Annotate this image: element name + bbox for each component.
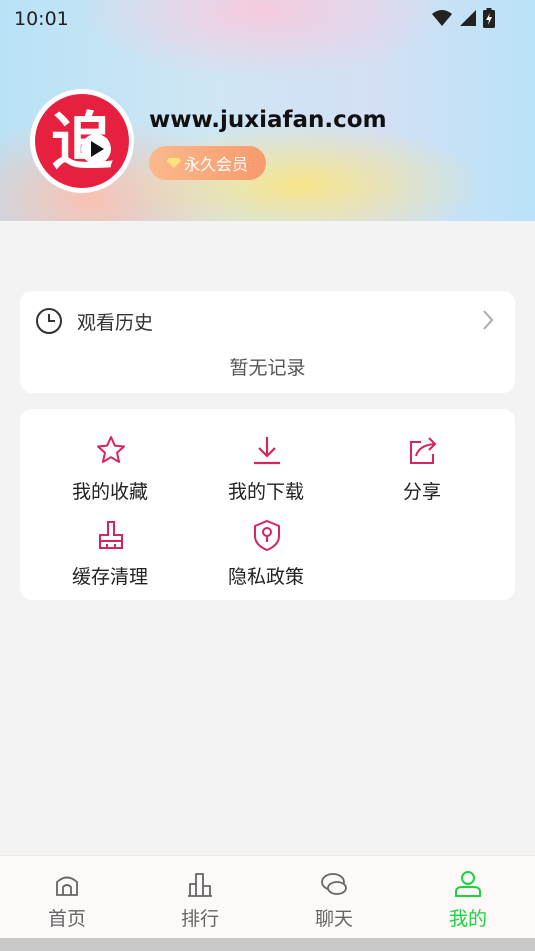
tab-label: 排行 — [180, 908, 219, 930]
share-icon — [410, 437, 437, 464]
tool-clear-cache[interactable]: 缓存清理 — [50, 519, 170, 589]
status-time: 10:01 — [14, 8, 69, 30]
system-nav-strip — [0, 938, 535, 951]
tool-label: 缓存清理 — [71, 566, 148, 588]
chevron-right-icon — [483, 310, 494, 330]
vip-badge: 永久会员 — [149, 146, 266, 180]
tab-label: 首页 — [47, 908, 86, 930]
app-logo[interactable]: 追 — [30, 89, 134, 193]
history-empty-text: 暂无记录 — [229, 357, 306, 379]
watch-history-title: 观看历史 — [77, 312, 154, 334]
bottom-tab-bar: 首页 排行 聊天 我的 — [0, 856, 535, 938]
ranking-icon — [188, 873, 212, 897]
watch-history-card[interactable]: 观看历史 暂无记录 — [20, 291, 515, 393]
tab-chat[interactable]: 聊天 — [284, 856, 384, 938]
tool-label: 我的收藏 — [71, 481, 148, 503]
shield-icon — [254, 519, 280, 551]
tool-privacy-policy[interactable]: 隐私政策 — [206, 519, 326, 589]
logo-icon: 追 — [35, 94, 129, 188]
tab-home[interactable]: 首页 — [17, 856, 117, 938]
tool-label: 我的下载 — [227, 481, 304, 503]
tools-card: 我的收藏 我的下载 分享 缓存清理 隐私政策 — [20, 409, 515, 600]
tab-ranking[interactable]: 排行 — [150, 856, 250, 938]
user-icon — [455, 871, 481, 897]
tool-share[interactable]: 分享 — [362, 434, 482, 504]
battery-icon — [483, 8, 495, 28]
tab-label: 聊天 — [314, 908, 353, 930]
broom-icon — [99, 521, 123, 549]
status-bar: 10:01 — [0, 0, 535, 36]
wifi-icon — [432, 10, 452, 26]
tool-label: 隐私政策 — [227, 566, 304, 588]
diamond-icon — [166, 158, 181, 168]
home-icon — [56, 876, 78, 896]
tool-downloads[interactable]: 我的下载 — [206, 434, 326, 504]
star-icon — [97, 436, 125, 463]
vip-badge-label: 永久会员 — [183, 155, 248, 174]
clock-icon — [36, 308, 62, 334]
signal-icon — [460, 10, 476, 26]
tool-favorites[interactable]: 我的收藏 — [50, 434, 170, 504]
download-icon — [254, 437, 280, 465]
status-icons — [431, 8, 495, 28]
site-title: www.juxiafan.com — [149, 107, 387, 133]
chat-icon — [321, 873, 347, 895]
tab-label: 我的 — [448, 908, 487, 930]
tab-mine[interactable]: 我的 — [418, 856, 518, 938]
profile-header: 10:01 追 www.juxiafan.com 永久会员 — [0, 0, 535, 221]
tool-label: 分享 — [402, 481, 441, 503]
